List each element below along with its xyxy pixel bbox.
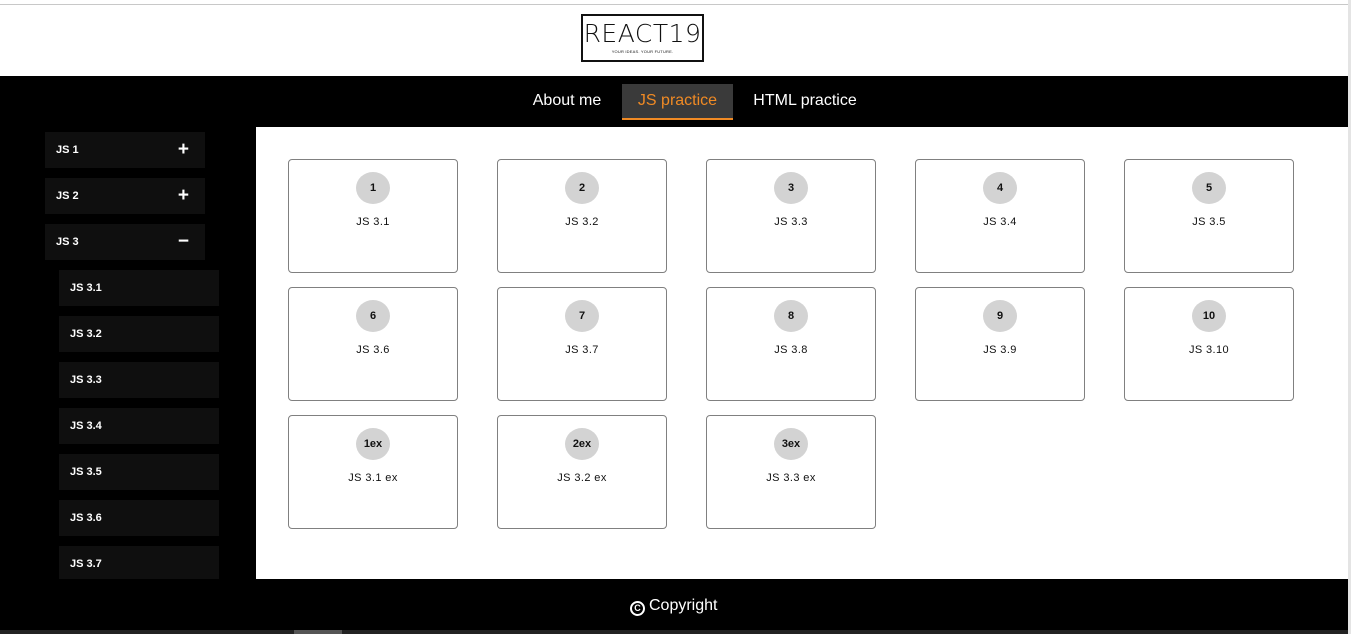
horizontal-scrollbar[interactable]	[0, 630, 1348, 634]
card-caption: JS 3.3 ex	[766, 472, 816, 484]
task-card[interactable]: 2ex JS 3.2 ex	[497, 415, 667, 529]
card-caption: JS 3.10	[1188, 344, 1230, 356]
nav-html-practice[interactable]: HTML practice	[743, 84, 867, 120]
card-number-badge: 2	[565, 172, 599, 204]
main-nav: About me JS practice HTML practice	[0, 76, 1348, 127]
sidebar-item-label: JS 3.2	[70, 328, 102, 340]
sidebar-item-js-3-7[interactable]: JS 3.7	[59, 546, 219, 579]
sidebar-item-js-3-2[interactable]: JS 3.2	[59, 316, 219, 352]
card-caption: JS 3.6	[356, 344, 390, 356]
card-number-badge: 10	[1192, 300, 1226, 332]
nav-about-me[interactable]: About me	[522, 84, 612, 120]
logo-title: REACT19	[583, 19, 702, 48]
collapse-icon: −	[177, 231, 189, 252]
card-caption: JS 3.3	[774, 216, 808, 228]
task-card[interactable]: 5 JS 3.5	[1124, 159, 1294, 273]
sidebar-item-label: JS 3.1	[70, 282, 102, 294]
card-caption: JS 3.2 ex	[557, 472, 607, 484]
copyright: C Copyright	[630, 596, 717, 616]
task-card[interactable]: 1 JS 3.1	[288, 159, 458, 273]
card-caption: JS 3.1 ex	[348, 472, 398, 484]
sidebar-item-label: JS 3.4	[70, 420, 102, 432]
sidebar-group-label: JS 3	[56, 236, 79, 248]
sidebar-item-label: JS 3.3	[70, 374, 102, 386]
site-header: REACT19 YOUR IDEAS. YOUR FUTURE.	[0, 5, 1348, 76]
logo-tagline: YOUR IDEAS. YOUR FUTURE.	[611, 49, 674, 54]
copyright-text: Copyright	[649, 597, 718, 614]
card-caption: JS 3.7	[565, 344, 599, 356]
card-number-badge: 3	[774, 172, 808, 204]
expand-icon: +	[177, 139, 189, 160]
copyright-icon: C	[630, 601, 645, 616]
horizontal-scrollbar-thumb[interactable]	[294, 630, 342, 634]
sidebar-item-js-3-3[interactable]: JS 3.3	[59, 362, 219, 398]
task-card[interactable]: 4 JS 3.4	[915, 159, 1085, 273]
task-card[interactable]: 9 JS 3.9	[915, 287, 1085, 401]
card-number-badge: 1	[356, 172, 390, 204]
sidebar-item-js-3-4[interactable]: JS 3.4	[59, 408, 219, 444]
card-number-badge: 8	[774, 300, 808, 332]
card-number-badge: 1ex	[356, 428, 390, 460]
sidebar-item-label: JS 3.7	[70, 558, 102, 570]
sidebar-item-label: JS 3.5	[70, 466, 102, 478]
task-card[interactable]: 1ex JS 3.1 ex	[288, 415, 458, 529]
task-card[interactable]: 6 JS 3.6	[288, 287, 458, 401]
task-card[interactable]: 3ex JS 3.3 ex	[706, 415, 876, 529]
logo[interactable]: REACT19 YOUR IDEAS. YOUR FUTURE.	[581, 14, 704, 62]
card-number-badge: 4	[983, 172, 1017, 204]
sidebar-group-js1[interactable]: JS 1 +	[45, 132, 205, 168]
sidebar-group-js3[interactable]: JS 3 −	[45, 224, 205, 260]
task-card[interactable]: 7 JS 3.7	[497, 287, 667, 401]
card-caption: JS 3.9	[983, 344, 1017, 356]
sidebar-item-js-3-5[interactable]: JS 3.5	[59, 454, 219, 490]
sidebar-group-label: JS 2	[56, 190, 79, 202]
card-number-badge: 6	[356, 300, 390, 332]
card-number-badge: 5	[1192, 172, 1226, 204]
task-card[interactable]: 8 JS 3.8	[706, 287, 876, 401]
task-card[interactable]: 3 JS 3.3	[706, 159, 876, 273]
card-number-badge: 9	[983, 300, 1017, 332]
card-grid: 1 JS 3.1 2 JS 3.2 3 JS 3.3 4 JS 3.4 5 JS…	[256, 127, 1348, 579]
card-caption: JS 3.2	[565, 216, 599, 228]
sidebar-item-js-3-6[interactable]: JS 3.6	[59, 500, 219, 536]
card-caption: JS 3.1	[356, 216, 390, 228]
sidebar-item-label: JS 3.6	[70, 512, 102, 524]
card-caption: JS 3.4	[983, 216, 1017, 228]
expand-icon: +	[177, 185, 189, 206]
sidebar-group-js2[interactable]: JS 2 +	[45, 178, 205, 214]
card-caption: JS 3.5	[1192, 216, 1226, 228]
card-caption: JS 3.8	[774, 344, 808, 356]
sidebar-group-label: JS 1	[56, 144, 79, 156]
card-number-badge: 3ex	[774, 428, 808, 460]
site-footer: C Copyright	[0, 579, 1348, 634]
task-card[interactable]: 10 JS 3.10	[1124, 287, 1294, 401]
card-number-badge: 2ex	[565, 428, 599, 460]
sidebar-item-js-3-1[interactable]: JS 3.1	[59, 270, 219, 306]
nav-js-practice[interactable]: JS practice	[622, 84, 733, 120]
sidebar: JS 1 + JS 2 + JS 3 − JS 3.1 JS 3.2 JS 3.…	[0, 127, 256, 579]
card-number-badge: 7	[565, 300, 599, 332]
task-card[interactable]: 2 JS 3.2	[497, 159, 667, 273]
